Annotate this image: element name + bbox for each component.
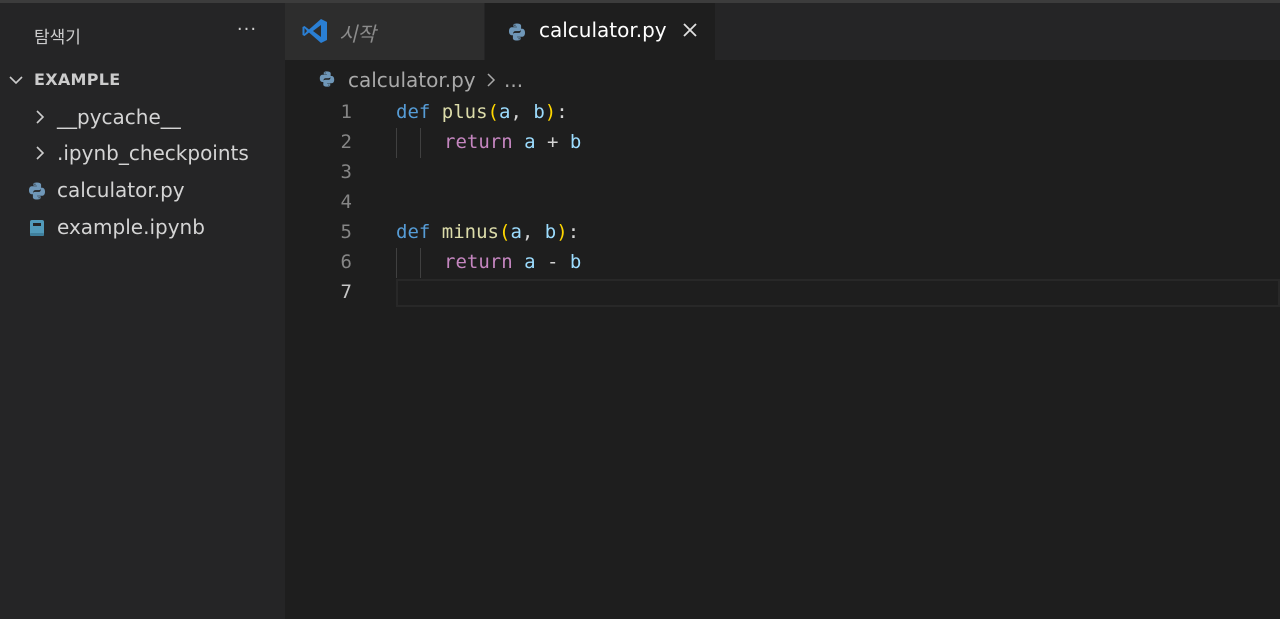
function-name: minus (441, 221, 499, 243)
line-number: 2 (340, 131, 352, 153)
keyword: return (444, 131, 513, 153)
tab-calculator-py[interactable]: calculator.py (485, 3, 715, 60)
line-number: 4 (340, 191, 352, 213)
breadcrumb: calculator.py ... (285, 60, 1280, 98)
notebook-icon (30, 220, 44, 236)
parameter: a (499, 101, 511, 123)
chevron-right-icon (36, 110, 45, 124)
tab-label: calculator.py (539, 18, 667, 42)
breadcrumb-file[interactable]: calculator.py (348, 68, 476, 92)
current-line-highlight (396, 279, 1280, 307)
tree-item-label: example.ipynb (57, 215, 205, 239)
operator: - (535, 251, 570, 273)
tab-label: 시작 (339, 22, 376, 46)
line-number-current: 7 (340, 281, 352, 303)
code-editor[interactable]: 1 2 3 4 5 6 7 def plus(a, b): return a +… (285, 98, 1280, 619)
punctuation: , (521, 221, 545, 243)
tree-item-label: __pycache__ (57, 105, 181, 129)
variable: b (569, 251, 582, 273)
chevron-right-icon (487, 73, 496, 87)
line-number: 3 (340, 161, 352, 183)
explorer-sidebar: 탐색기 ··· EXAMPLE __pycache__ .ipynb_check… (0, 3, 285, 619)
tree-item-label: .ipynb_checkpoints (57, 141, 249, 165)
close-icon[interactable] (681, 21, 699, 39)
vscode-logo-icon (302, 19, 327, 43)
explorer-title: 탐색기 (34, 28, 81, 48)
code-line-2: return a + b (444, 131, 581, 161)
parameter: a (510, 221, 522, 243)
more-actions-button[interactable]: ··· (233, 19, 261, 45)
chevron-right-icon (36, 146, 45, 160)
indent-guide (420, 248, 421, 278)
python-icon (319, 71, 335, 87)
paren: ( (498, 221, 511, 243)
tree-item-example-ipynb[interactable]: example.ipynb (0, 210, 285, 244)
punctuation: : (567, 221, 580, 243)
line-number: 1 (340, 101, 352, 123)
paren: ) (544, 101, 557, 123)
tab-bar: 시작 calculator.py (285, 3, 1280, 60)
python-icon (29, 182, 45, 200)
indent-guide (420, 128, 421, 158)
breadcrumb-symbols[interactable]: ... (504, 68, 523, 92)
line-number: 5 (340, 221, 352, 243)
code-line-6: return a - b (444, 251, 581, 281)
folder-section-example[interactable]: EXAMPLE (0, 67, 285, 93)
variable: a (524, 251, 536, 273)
variable: b (569, 131, 582, 153)
python-icon (509, 23, 525, 41)
indent-guide (396, 128, 397, 158)
keyword: def (396, 101, 431, 123)
parameter: b (544, 221, 557, 243)
keyword: def (396, 221, 431, 243)
tree-item-ipynb-checkpoints[interactable]: .ipynb_checkpoints (0, 136, 285, 170)
punctuation: : (556, 101, 568, 123)
variable: a (524, 131, 536, 153)
indent-guide (396, 248, 397, 278)
paren: ) (556, 221, 568, 243)
keyword: return (444, 251, 513, 273)
function-name: plus (441, 101, 488, 123)
chevron-down-icon (9, 76, 23, 85)
tree-item-pycache[interactable]: __pycache__ (0, 100, 285, 134)
punctuation: , (510, 101, 534, 123)
tree-item-calculator-py[interactable]: calculator.py (0, 173, 285, 207)
tab-start[interactable]: 시작 (285, 3, 484, 60)
folder-section-label: EXAMPLE (34, 70, 121, 89)
tree-item-label: calculator.py (57, 178, 185, 202)
parameter: b (533, 101, 545, 123)
code-line-5: def minus(a, b): (396, 221, 579, 251)
paren: ( (487, 101, 499, 123)
operator: + (535, 131, 570, 153)
code-line-1: def plus(a, b): (396, 101, 568, 131)
line-number: 6 (340, 251, 352, 273)
